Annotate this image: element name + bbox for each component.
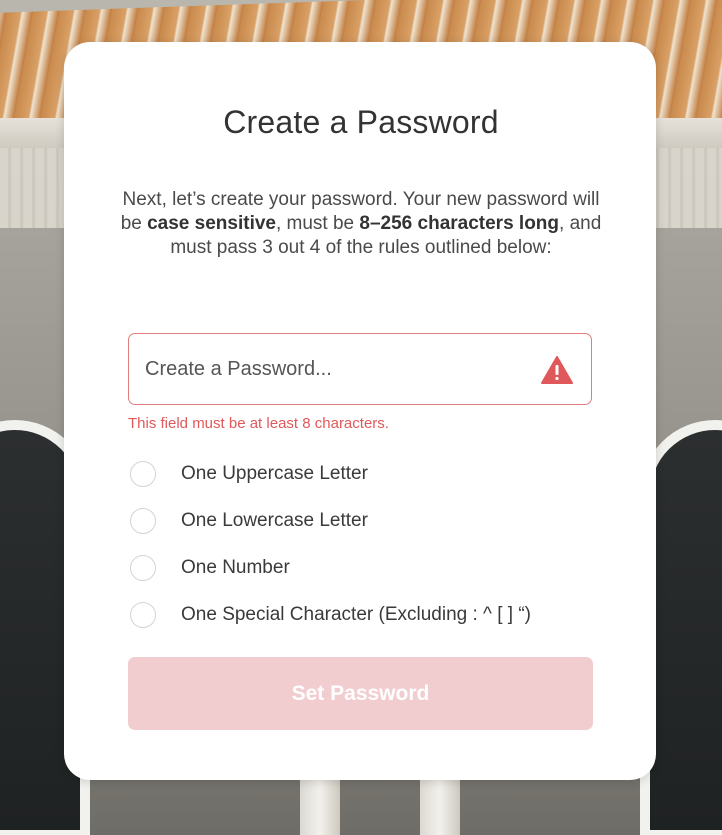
- rule-status-indicator: [130, 554, 156, 581]
- rule-lowercase: One Lowercase Letter: [130, 497, 600, 544]
- password-field: [128, 333, 592, 405]
- rule-status-indicator: [130, 601, 156, 628]
- rule-uppercase: One Uppercase Letter: [130, 450, 600, 497]
- warning-triangle-icon: [541, 356, 573, 384]
- intro-text-part: , must be: [275, 213, 360, 234]
- password-input[interactable]: [145, 334, 525, 404]
- rule-label: One Number: [181, 556, 290, 578]
- intro-emphasis-case-sensitive: case sensitive: [147, 213, 276, 234]
- set-password-button[interactable]: Set Password: [128, 657, 593, 730]
- rule-status-indicator: [130, 507, 156, 534]
- rule-label: One Uppercase Letter: [181, 462, 368, 484]
- password-error-message: This field must be at least 8 characters…: [128, 415, 389, 432]
- page: Create a Password Next, let’s create you…: [0, 0, 722, 835]
- rule-special-character: One Special Character (Excluding : ^ [ ]…: [130, 591, 600, 638]
- rule-label: One Lowercase Letter: [181, 509, 368, 531]
- intro-text: Next, let’s create your password. Your n…: [110, 188, 612, 260]
- rule-label: One Special Character (Excluding : ^ [ ]…: [181, 603, 531, 625]
- page-title: Create a Password: [223, 104, 499, 140]
- rule-number: One Number: [130, 544, 600, 591]
- intro-emphasis-length: 8–256 characters long: [359, 213, 560, 234]
- rule-status-indicator: [130, 460, 156, 487]
- password-rules-list: One Uppercase Letter One Lowercase Lette…: [130, 450, 600, 638]
